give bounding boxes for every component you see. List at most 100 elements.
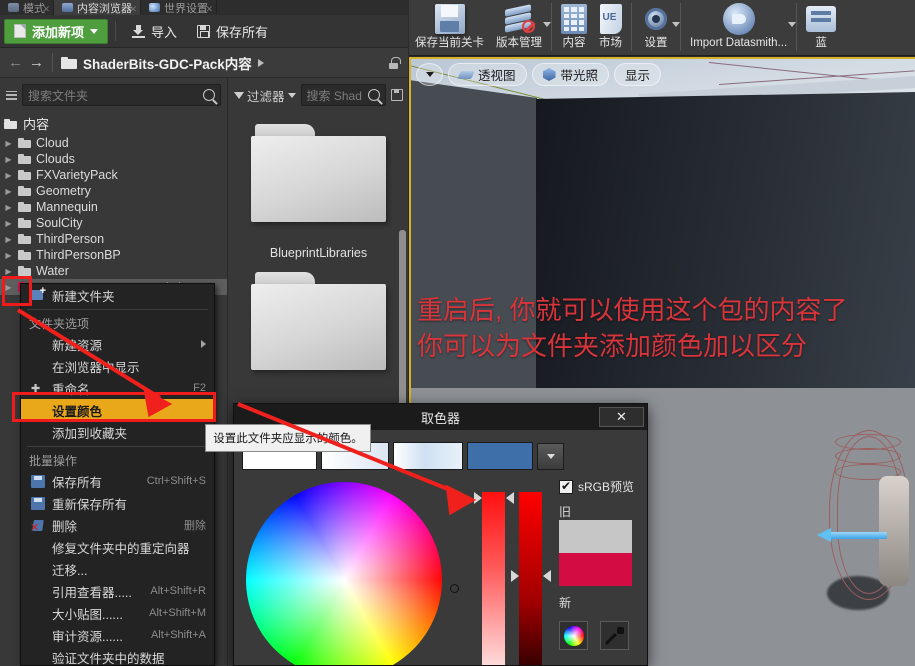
value-marker-left[interactable] — [511, 570, 519, 582]
tab-modes[interactable]: 模式 ✕ — [0, 0, 54, 15]
toolbar-settings[interactable]: 设置 — [635, 0, 680, 56]
expand-arrow-icon[interactable]: ▶ — [4, 235, 13, 244]
close-icon[interactable]: ✕ — [42, 4, 50, 15]
menu-divider — [27, 446, 208, 447]
menu-item-new-asset[interactable]: 新建资源 — [21, 333, 214, 355]
menu-item-audit-assets[interactable]: 审计资源...... Alt+Shift+A — [21, 624, 214, 646]
expand-arrow-icon[interactable]: ▶ — [4, 267, 13, 276]
color-wheel-mode-button[interactable] — [559, 621, 588, 650]
tree-root-content[interactable]: 内容 — [0, 112, 227, 135]
close-button[interactable]: ✕ — [599, 407, 644, 427]
search-folders-input[interactable]: 搜索文件夹 — [22, 84, 221, 106]
close-icon[interactable]: ✕ — [205, 4, 213, 15]
menu-item-add-to-favorites[interactable]: 添加到收藏夹 — [21, 421, 214, 443]
chevron-down-icon[interactable] — [543, 22, 551, 27]
srgb-preview-checkbox[interactable]: sRGB预览 — [559, 478, 643, 495]
menu-item-show-in-explorer[interactable]: 在浏览器中显示 — [21, 355, 214, 377]
tab-world-settings[interactable]: 世界设置 ✕ — [141, 0, 217, 15]
expand-arrow-icon[interactable]: ▶ — [4, 203, 13, 212]
color-wheel[interactable] — [246, 482, 442, 665]
chevron-down-icon[interactable] — [788, 22, 797, 27]
tree-item-soulcity[interactable]: ▶ SoulCity — [0, 215, 227, 231]
menu-icon[interactable] — [6, 90, 17, 100]
content-browser-toolbar: 添加新项 导入 保存所有 — [0, 15, 408, 48]
expand-arrow-icon[interactable]: ▶ — [4, 139, 13, 148]
tree-item-thirdpersonbp[interactable]: ▶ ThirdPersonBP — [0, 247, 227, 263]
breadcrumb-path[interactable]: ShaderBits-GDC-Pack内容 — [83, 53, 252, 73]
viewport-viewmode-button[interactable]: 带光照 — [531, 63, 610, 86]
tree-item-clouds[interactable]: ▶ Clouds — [0, 151, 227, 167]
menu-item-delete[interactable]: 删除 删除 — [21, 514, 214, 536]
expand-arrow-icon[interactable]: ▶ — [4, 219, 13, 228]
new-color-swatch[interactable] — [559, 553, 632, 586]
import-button[interactable]: 导入 — [123, 19, 186, 44]
forward-arrow-icon[interactable]: → — [29, 54, 44, 71]
expand-arrow-icon[interactable]: ▶ — [4, 283, 13, 292]
chevron-down-icon[interactable] — [672, 22, 680, 27]
color-wheel-cursor[interactable] — [450, 584, 459, 593]
viewport-perspective-button[interactable]: 透视图 — [448, 63, 527, 86]
save-search-icon[interactable] — [391, 89, 403, 101]
expand-arrow-icon[interactable]: ▶ — [4, 251, 13, 260]
folder-icon — [18, 186, 31, 196]
tree-item-thirdperson[interactable]: ▶ ThirdPerson — [0, 231, 227, 247]
translate-gizmo-x-axis[interactable] — [817, 528, 887, 542]
menu-item-shortcut: Alt+Shift+R — [150, 585, 206, 597]
value-marker-right[interactable] — [543, 570, 551, 582]
close-icon[interactable]: ✕ — [129, 4, 137, 15]
menu-item-size-map[interactable]: 大小贴图...... Alt+Shift+M — [21, 602, 214, 624]
menu-item-new-folder[interactable]: 新建文件夹 — [21, 284, 214, 306]
toolbar-marketplace[interactable]: 市场 — [593, 0, 628, 56]
toolbar-source-control[interactable]: 版本管理 — [490, 0, 551, 56]
chevron-right-icon[interactable] — [257, 58, 264, 67]
character-mesh[interactable] — [827, 430, 909, 610]
menu-item-label: 重新保存所有 — [52, 497, 128, 512]
saturation-marker-right[interactable] — [506, 492, 514, 504]
tree-item-geometry[interactable]: ▶ Geometry — [0, 183, 227, 199]
asset-item-second[interactable] — [229, 260, 408, 374]
menu-item-fix-redirectors[interactable]: 修复文件夹中的重定向器 — [21, 536, 214, 558]
expand-arrow-icon[interactable]: ▶ — [4, 187, 13, 196]
tree-item-cloud[interactable]: ▶ Cloud — [0, 135, 227, 151]
toolbar-import-datasmith[interactable]: Import Datasmith... — [684, 0, 797, 56]
old-color-swatch[interactable] — [559, 520, 632, 553]
tooltip: 设置此文件夹应显示的颜色。 — [205, 424, 371, 452]
folder-thumbnail-icon — [251, 272, 386, 374]
menu-item-label: 保存所有 — [52, 475, 103, 490]
color-picker-body: sRGB预览 旧 新 — [234, 430, 647, 665]
tab-content-browser[interactable]: 内容浏览器 ✕ — [54, 0, 141, 15]
value-slider[interactable] — [519, 492, 542, 665]
expand-arrow-icon[interactable]: ▶ — [4, 171, 13, 180]
add-new-button[interactable]: 添加新项 — [4, 18, 109, 44]
menu-item-migrate[interactable]: 迁移... — [21, 558, 214, 580]
gradient-swatch-blend[interactable] — [393, 442, 463, 470]
menu-item-set-color[interactable]: 设置颜色 — [21, 399, 214, 421]
tree-item-mannequin[interactable]: ▶ Mannequin — [0, 199, 227, 215]
back-arrow-icon[interactable]: ← — [8, 54, 23, 71]
toolbar-blueprints[interactable]: 蓝 — [800, 0, 842, 56]
gradient-swatch-blue[interactable] — [467, 442, 533, 470]
menu-item-resave-all[interactable]: 重新保存所有 — [21, 492, 214, 514]
toolbar-content[interactable]: 内容 — [555, 0, 593, 56]
menu-item-reference-viewer[interactable]: 引用查看器..... Alt+Shift+R — [21, 580, 214, 602]
filter-button[interactable]: 过滤器 — [234, 86, 296, 105]
viewport-show-button[interactable]: 显示 — [614, 63, 662, 86]
panel-tab-strip: 模式 ✕ 内容浏览器 ✕ 世界设置 ✕ — [0, 0, 408, 15]
expand-arrow-icon[interactable]: ▶ — [4, 155, 13, 164]
gradient-dropdown-button[interactable] — [537, 442, 564, 470]
save-all-button[interactable]: 保存所有 — [188, 19, 277, 44]
tree-item-fxvarietypack[interactable]: ▶ FXVarietyPack — [0, 167, 227, 183]
menu-item-label: 设置颜色 — [52, 404, 103, 419]
menu-item-rename[interactable]: 重命名 F2 — [21, 377, 214, 399]
saturation-slider[interactable] — [482, 492, 505, 665]
menu-item-validate-data[interactable]: 验证文件夹中的数据 — [21, 646, 214, 666]
lock-icon[interactable] — [389, 56, 401, 69]
toolbar-save-current-level[interactable]: 保存当前关卡 — [409, 0, 490, 56]
search-icon — [368, 89, 380, 101]
search-assets-input[interactable]: 搜索 Shad — [300, 84, 386, 106]
viewport-options-button[interactable] — [416, 63, 443, 86]
eyedropper-button[interactable] — [600, 621, 629, 650]
asset-item-blueprintlibraries[interactable]: BlueprintLibraries — [229, 112, 408, 260]
saturation-marker-left[interactable] — [474, 492, 482, 504]
menu-item-save-all[interactable]: 保存所有 Ctrl+Shift+S — [21, 470, 214, 492]
